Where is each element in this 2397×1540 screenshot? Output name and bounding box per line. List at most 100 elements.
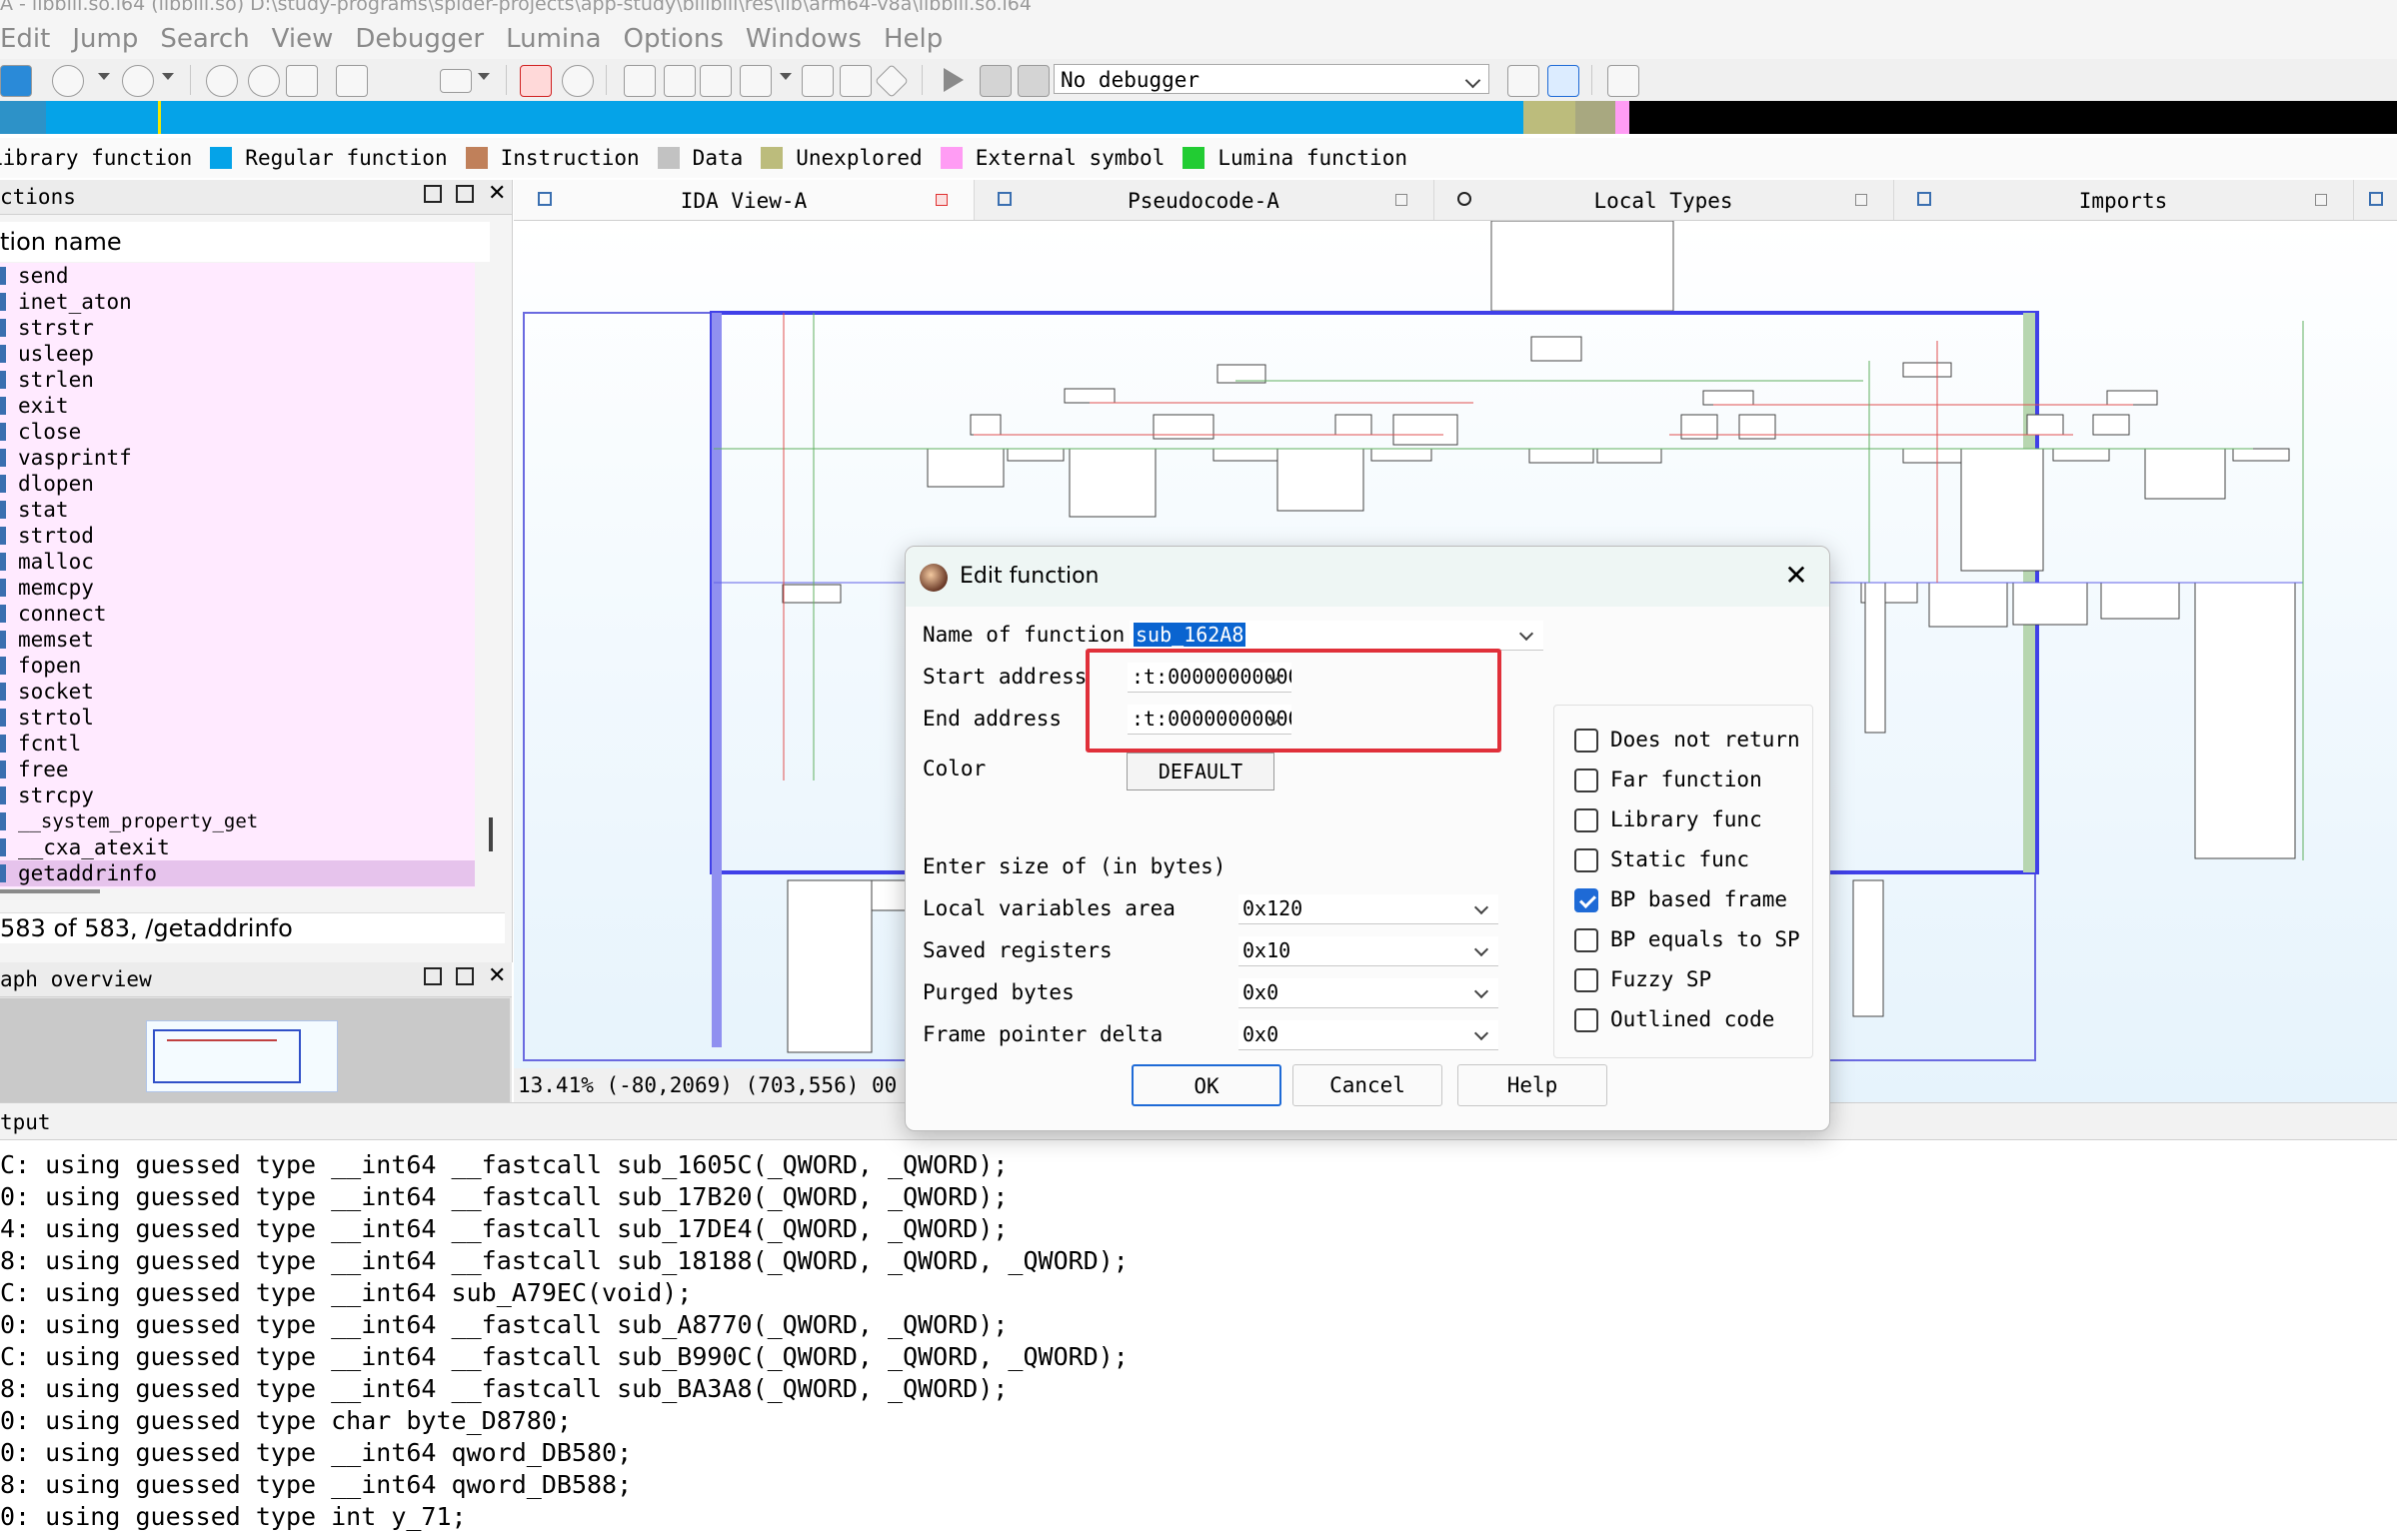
function-name-column-header[interactable]: tion name [0,222,490,262]
stop-icon[interactable] [1018,65,1050,97]
tab-ida-view-a[interactable]: IDA View-A [514,180,975,220]
output-log[interactable]: C: using guessed type __int64 __fastcall… [0,1149,2397,1533]
restore-icon[interactable] [456,185,474,203]
save-icon[interactable] [0,65,32,97]
close-icon[interactable]: ✕ [1781,561,1811,591]
list-item[interactable]: socket [0,679,475,705]
frame-icon[interactable] [802,65,834,97]
diamond-icon[interactable] [875,64,909,98]
restore-icon[interactable] [456,967,474,985]
checkbox-icon[interactable] [1574,928,1598,952]
list-item[interactable]: dlopen [0,471,475,497]
patch-icon[interactable] [840,65,872,97]
list-item[interactable]: __cxa_atexit [0,834,475,860]
forward-dropdown-icon[interactable] [162,73,174,80]
close-icon[interactable]: ✕ [488,183,506,205]
checkbox-icon[interactable] [1574,769,1598,792]
menu-options[interactable]: Options [624,24,724,54]
back-icon[interactable] [52,65,84,97]
list-item[interactable]: exit [0,393,475,419]
maximize-icon[interactable] [424,967,442,985]
list-item[interactable]: stat [0,497,475,523]
record-icon[interactable] [562,65,594,97]
debugger-select[interactable]: No debugger [1054,64,1489,94]
menu-help[interactable]: Help [884,24,943,54]
menu-lumina[interactable]: Lumina [506,24,601,54]
list-item[interactable]: malloc [0,549,475,575]
list-icon[interactable] [1607,65,1639,97]
navigation-band[interactable] [0,101,2397,134]
list-lines-icon[interactable] [1687,65,1717,95]
list-item[interactable]: __system_property_get [0,808,475,834]
graph-icon[interactable] [740,65,772,97]
segment-icon[interactable] [700,65,732,97]
structure-icon[interactable] [624,65,656,97]
cancel-button[interactable]: Cancel [1292,1064,1442,1106]
text-icon[interactable] [248,65,280,97]
checkbox-icon[interactable] [1574,729,1598,753]
end-address-combo[interactable]: :t:0000000000016CE8 [1128,705,1291,735]
maximize-icon[interactable] [424,185,442,203]
list-item[interactable]: strlen [0,367,475,393]
lumina-icon[interactable] [1547,65,1579,97]
tab-imports[interactable]: Imports [1893,180,2354,220]
list-item[interactable]: fcntl [0,731,475,757]
checkbox-icon[interactable] [1574,848,1598,872]
close-icon[interactable] [1395,194,1407,206]
list-item[interactable]: strcpy [0,782,475,808]
close-icon[interactable] [936,194,948,206]
binary-icon[interactable] [286,65,318,97]
menu-windows[interactable]: Windows [746,24,862,54]
menu-jump[interactable]: Jump [72,24,138,54]
list-item[interactable]: inet_aton [0,289,475,315]
enum-icon[interactable] [664,65,696,97]
function-list[interactable]: send inet_aton strstr usleep strlen exit… [0,263,475,888]
help-button[interactable]: Help [1457,1064,1607,1106]
saved-registers-combo[interactable]: 0x10 [1238,936,1498,966]
local-variables-combo[interactable]: 0x120 [1238,894,1498,924]
horizontal-scrollbar[interactable] [0,889,100,893]
checkbox-icon[interactable] [1574,968,1598,992]
menu-search[interactable]: Search [160,24,249,54]
list-item[interactable]: strtod [0,523,475,549]
function-list-scrollbar[interactable] [475,263,497,888]
name-of-function-combo[interactable]: sub_162A8 [1130,621,1543,651]
graph-overview-canvas[interactable] [0,998,510,1102]
list-item[interactable]: memcpy [0,575,475,601]
jump-icon[interactable] [336,65,368,97]
list-item[interactable]: close [0,419,475,445]
checkbox-icon[interactable] [1574,1008,1598,1032]
close-icon[interactable] [1855,194,1867,206]
list-item[interactable]: vasprintf [0,445,475,471]
graph-dropdown-icon[interactable] [780,73,792,80]
list-item[interactable]: strtol [0,705,475,731]
list-item[interactable]: usleep [0,341,475,367]
dialog-titlebar[interactable]: Edit function ✕ [906,547,1829,607]
tab-local-types[interactable]: Local Types [1433,180,1894,220]
menu-edit[interactable]: Edit [0,24,50,54]
list-item[interactable]: memset [0,627,475,653]
start-address-combo[interactable]: :t:00000000000162A8 [1128,663,1291,693]
list-item[interactable]: send [0,263,475,289]
code-icon[interactable] [1507,65,1539,97]
list-item-selected[interactable]: getaddrinfo [0,860,475,886]
list-item[interactable]: strstr [0,315,475,341]
checkbox-checked-icon[interactable] [1574,888,1598,912]
checkbox-icon[interactable] [1574,808,1598,832]
pause-icon[interactable] [980,65,1012,97]
play-icon[interactable] [940,65,970,95]
tab-more[interactable] [2353,180,2397,220]
frame-pointer-delta-combo[interactable]: 0x0 [1238,1020,1498,1050]
purged-bytes-combo[interactable]: 0x0 [1238,978,1498,1008]
graph-overview-viewport[interactable] [146,1020,338,1092]
scrollbar-thumb[interactable] [489,817,493,851]
step-down-icon[interactable] [388,65,418,95]
forward-icon[interactable] [122,65,154,97]
list-arrow-icon[interactable] [1647,65,1677,95]
menu-debugger[interactable]: Debugger [355,24,484,54]
color-default-button[interactable]: DEFAULT [1127,753,1274,790]
string-dropdown-icon[interactable] [478,73,490,80]
list-item[interactable]: fopen [0,653,475,679]
string-icon[interactable] [440,69,472,93]
back-dropdown-icon[interactable] [98,73,110,80]
